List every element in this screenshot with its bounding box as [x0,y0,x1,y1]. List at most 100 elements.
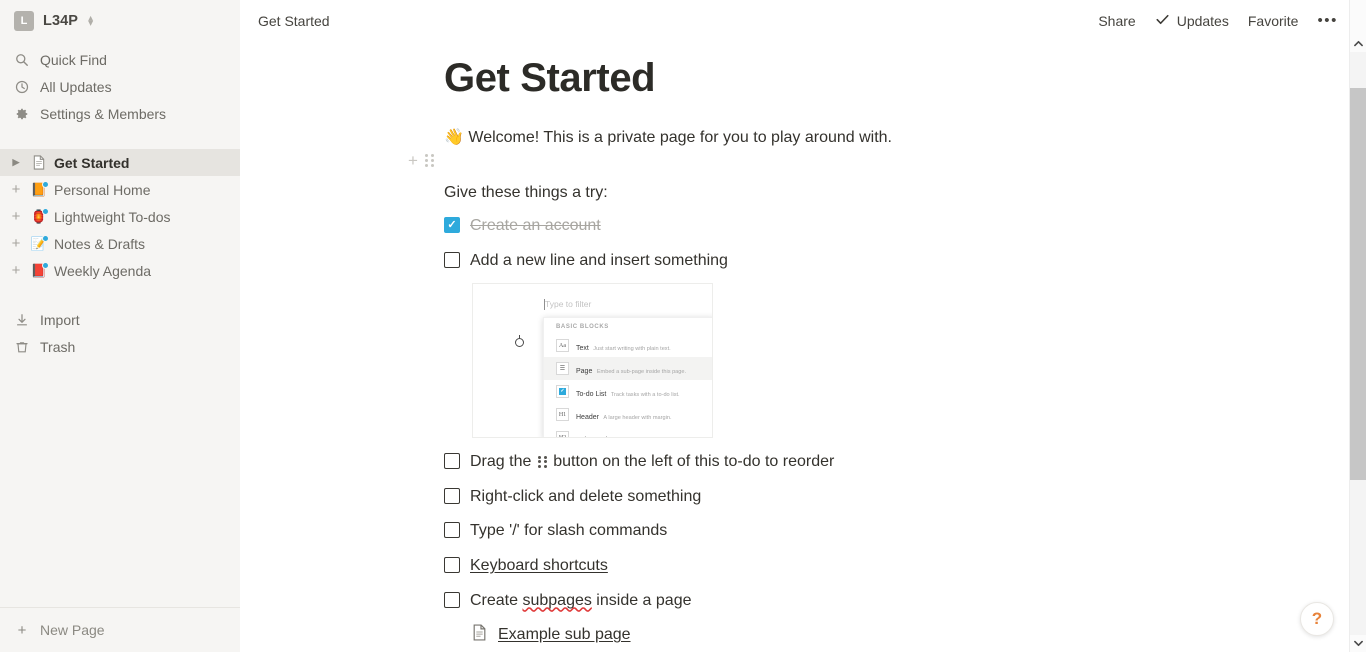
welcome-paragraph[interactable]: 👋 Welcome! This is a private page for yo… [444,126,1326,150]
add-block-icon[interactable]: + [408,152,418,169]
sidebar-item-notes-drafts[interactable]: + 📝 Notes & Drafts [0,230,240,257]
wave-emoji-icon: 👋 [444,129,464,146]
checkbox[interactable] [444,591,460,608]
closed-book-emoji-icon: 📕 [30,261,49,278]
sidebar-item-get-started[interactable]: ▶ Get Started [0,149,240,176]
sidebar-utils: Import Trash [0,306,240,360]
main-content: Get Started Share Updates Favorite ••• G… [240,0,1366,652]
todo-label-link[interactable]: Keyboard shortcuts [470,555,608,577]
misspelled-word: subpages [522,591,592,609]
sidebar-item-personal-home[interactable]: + 📙 Personal Home [0,176,240,203]
sub-page-label: Example sub page [498,626,631,644]
sidebar-item-quick-find[interactable]: Quick Find [0,46,240,73]
workspace-avatar: L [14,11,34,31]
workspace-switcher[interactable]: L L34P ▴ ▾ [0,0,240,42]
todo-item-slash-commands[interactable]: Type '/' for slash commands [444,520,1326,542]
sidebar-item-settings-members[interactable]: Settings & Members [0,100,240,127]
menu-item-todo-list[interactable]: ✓ To-do List Track tasks with a to-do li… [544,380,712,403]
new-page-button[interactable]: + New Page [0,607,240,652]
checkbox[interactable] [444,556,460,573]
chevron-up-icon[interactable] [1350,35,1366,52]
mouse-cursor-icon [515,335,524,348]
todo-item-drag-reorder[interactable]: Drag the button on the left of this to-d… [444,451,1326,473]
help-button[interactable]: ? [1300,602,1334,636]
plus-icon[interactable]: + [8,236,24,251]
checkbox[interactable] [444,487,460,504]
updates-button[interactable]: Updates [1155,12,1229,30]
todo-item-add-new-line[interactable]: Add a new line and insert something [444,250,1326,272]
sidebar-item-label: Quick Find [40,51,107,68]
sidebar-item-weekly-agenda[interactable]: + 📕 Weekly Agenda [0,257,240,284]
drag-handle-icon[interactable] [424,154,434,168]
new-page-label: New Page [40,622,105,638]
plus-icon[interactable]: + [8,209,24,224]
check-icon [1155,12,1170,30]
app-root: L L34P ▴ ▾ Quick Find All Updates Settin… [0,0,1366,652]
checkbox[interactable] [444,522,460,539]
sidebar-item-trash[interactable]: Trash [0,333,240,360]
todo-text-before: Create [470,591,523,609]
menu-item-sub-header[interactable]: H2 Sub Header [544,426,712,438]
menu-item-title: Page [576,367,593,375]
sidebar-item-all-updates[interactable]: All Updates [0,73,240,100]
empty-block[interactable]: + [408,150,1326,178]
page-icon [472,624,487,646]
sidebar: L L34P ▴ ▾ Quick Find All Updates Settin… [0,0,240,652]
embedded-screenshot-image[interactable]: Type to filter BASIC BLOCKS Aa Text Just… [472,283,713,439]
sidebar-item-label: Trash [40,338,76,355]
sidebar-item-label: Import [40,311,80,328]
chevron-down-icon[interactable] [1350,635,1366,652]
lantern-emoji-icon: 🏮 [30,207,49,224]
todo-item-create-subpages[interactable]: Create subpages inside a page [444,590,1326,612]
sidebar-item-import[interactable]: Import [0,306,240,333]
menu-item-desc: Track tasks with a to-do list. [610,391,680,398]
chevron-right-icon[interactable]: ▶ [8,157,24,168]
menu-item-text[interactable]: Aa Text Just start writing with plain te… [544,334,712,357]
search-icon [14,52,30,68]
sub-page-link[interactable]: Example sub page [472,624,1326,646]
menu-item-title: Text [576,344,589,352]
sidebar-item-label: Weekly Agenda [54,262,152,279]
favorite-label: Favorite [1247,13,1299,29]
menu-item-title: Header [576,413,599,421]
vertical-scrollbar[interactable] [1349,0,1366,652]
share-label: Share [1098,13,1136,29]
todo-item-create-an-account[interactable]: ✓ Create an account [444,215,1326,237]
plus-icon[interactable]: + [8,263,24,278]
menu-item-page[interactable]: ☰ Page Embed a sub-page inside this page… [544,357,712,381]
checkbox-checked[interactable]: ✓ [444,217,460,233]
sidebar-pages: ▶ Get Started + 📙 Personal Home + 🏮 Ligh… [0,149,240,284]
breadcrumb[interactable]: Get Started [258,13,330,29]
chevron-updown-icon: ▴ ▾ [88,13,94,29]
todo-item-right-click-delete[interactable]: Right-click and delete something [444,486,1326,508]
topbar: Get Started Share Updates Favorite ••• [240,0,1366,42]
import-icon [14,312,30,328]
todo-text-after: button on the left of this to-do to reor… [548,453,835,471]
page-icon [30,155,48,170]
share-button[interactable]: Share [1098,13,1135,29]
menu-section-title: BASIC BLOCKS [556,324,609,331]
page-title[interactable]: Get Started [444,56,1326,100]
block-handles: + [408,152,434,169]
menu-item-header[interactable]: H1 Header A large header with margin. [544,403,712,426]
todo-text-before: Drag the [470,453,536,471]
document-body: Get Started 👋 Welcome! This is a private… [240,56,1366,646]
todo-label: Create an account [470,217,601,234]
checkbox[interactable] [444,453,460,470]
favorite-button[interactable]: Favorite [1248,13,1299,29]
ellipsis-icon[interactable]: ••• [1317,13,1338,28]
workspace-name: L34P [43,13,79,29]
menu-item-title: To-do List [576,390,607,398]
todo-item-keyboard-shortcuts[interactable]: Keyboard shortcuts [444,555,1326,577]
text-block-icon: Aa [556,339,569,353]
lead-text[interactable]: Give these things a try: [444,184,1326,202]
updates-label: Updates [1176,13,1229,29]
sidebar-item-lightweight-to-dos[interactable]: + 🏮 Lightweight To-dos [0,203,240,230]
todo-label: Type '/' for slash commands [470,522,668,540]
filter-placeholder: Type to filter [545,299,592,310]
plus-icon[interactable]: + [8,182,24,197]
checkbox[interactable] [444,251,460,268]
scrollbar-thumb[interactable] [1350,88,1366,480]
todo-text-after: inside a page [591,591,692,609]
clock-icon [14,79,30,95]
